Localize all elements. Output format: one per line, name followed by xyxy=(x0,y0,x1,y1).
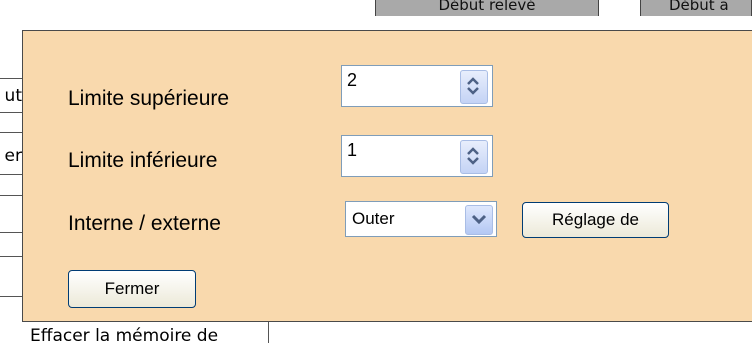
background-divider xyxy=(268,322,269,343)
background-divider xyxy=(0,256,22,257)
lower-limit-spinner[interactable]: 1 xyxy=(341,135,493,177)
background-divider xyxy=(0,174,22,175)
background-divider xyxy=(0,78,22,79)
lower-limit-value[interactable]: 1 xyxy=(347,140,357,161)
inner-outer-select[interactable]: Outer xyxy=(345,201,497,237)
lower-limit-spin-buttons[interactable] xyxy=(460,140,488,174)
background-divider xyxy=(0,132,22,133)
background-label-fragment: ut xyxy=(4,86,22,106)
dropdown-button[interactable] xyxy=(465,205,493,235)
background-divider xyxy=(0,195,22,196)
upper-limit-value[interactable]: 2 xyxy=(347,70,357,91)
upper-limit-spin-buttons[interactable] xyxy=(460,70,488,104)
inner-outer-label: Interne / externe xyxy=(68,212,221,235)
spin-up-down-icon xyxy=(467,77,479,95)
upper-limit-spinner[interactable]: 2 xyxy=(341,65,493,107)
background-divider xyxy=(0,296,22,297)
spin-up-down-icon xyxy=(467,147,479,165)
background-clear-memory-text: Effacer la mémoire de xyxy=(30,326,219,346)
upper-limit-label: Limite supérieure xyxy=(68,87,230,110)
close-button[interactable]: Fermer xyxy=(68,270,196,308)
settings-button[interactable]: Réglage de xyxy=(522,202,669,238)
background-label-fragment: er xyxy=(4,146,22,166)
background-divider xyxy=(0,112,22,113)
background-column-header: Début a xyxy=(640,0,752,16)
limit-settings-dialog: Limite supérieure 2 Limite inférieure 1 … xyxy=(22,30,752,322)
chevron-down-icon xyxy=(471,214,487,225)
inner-outer-value[interactable]: Outer xyxy=(352,209,395,229)
background-column-header: Début relevé xyxy=(375,0,599,16)
background-divider xyxy=(0,232,22,233)
lower-limit-label: Limite inférieure xyxy=(68,149,218,172)
